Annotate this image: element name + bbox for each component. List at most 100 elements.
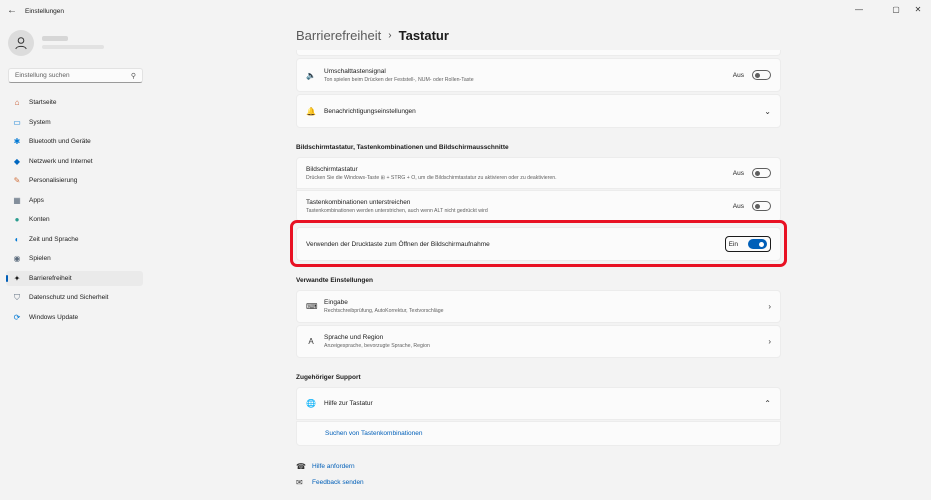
tastenkombinationen-toggle[interactable]	[752, 201, 771, 211]
chevron-right-icon[interactable]: ›	[768, 337, 771, 346]
maximize-icon[interactable]: ▢	[889, 4, 903, 16]
person-icon: ●	[14, 215, 20, 224]
accessibility-icon: ✦	[13, 273, 21, 283]
sidebar-item-personalisierung[interactable]: ✎ Personalisierung	[6, 173, 143, 188]
network-icon: ◆	[13, 156, 21, 166]
close-icon[interactable]: ✕	[911, 4, 925, 16]
sidebar-item-label: Barrierefreiheit	[29, 274, 72, 282]
toggle-state-label: Aus	[732, 169, 744, 177]
card-tastenkombinationen-unterstreichen: Tastenkombinationen unterstreichen Taste…	[296, 190, 781, 222]
breadcrumb-parent[interactable]: Barrierefreiheit	[296, 28, 381, 43]
sidebar-item-spielen[interactable]: ◉ Spielen	[6, 251, 143, 266]
sidebar-item-netzwerk[interactable]: ◆ Netzwerk und Internet	[6, 154, 143, 169]
setting-description: Rechtschreibprüfung, AutoKorrektur, Text…	[324, 308, 444, 314]
feedback-link[interactable]: Feedback senden	[312, 479, 364, 486]
sidebar-item-label: Netzwerk und Internet	[29, 157, 93, 165]
globe-clock-icon: ◐	[14, 234, 20, 244]
speaker-icon: 🔈	[306, 70, 316, 80]
toggle-state-label: Aus	[732, 202, 744, 210]
feedback-icon: ✉	[296, 478, 303, 487]
umschalttastensignal-toggle[interactable]	[752, 70, 771, 80]
link-suchen-tastenkombinationen[interactable]: Suchen von Tastenkombinationen	[325, 430, 422, 437]
chevron-down-icon[interactable]: ⌄	[764, 107, 771, 116]
sidebar-item-label: Windows Update	[29, 313, 79, 321]
sidebar-item-label: Konten	[29, 216, 50, 223]
language-icon: A	[308, 337, 314, 346]
user-icon	[15, 37, 27, 50]
sidebar-item-label: Startseite	[29, 99, 57, 106]
card-eingabe[interactable]: ⌨ Eingabe Rechtschreibprüfung, AutoKorre…	[296, 290, 781, 323]
setting-title: Bildschirmtastatur	[306, 165, 358, 173]
footer-help: ☎ Hilfe anfordern	[296, 462, 355, 471]
home-icon: ⌂	[14, 98, 20, 107]
sidebar-nav: ⌂ Startseite ▭ System ✱ Bluetooth und Gerät…	[6, 95, 143, 329]
setting-title: Eingabe	[324, 299, 348, 306]
avatar[interactable]	[8, 30, 34, 56]
title-bar: ← Einstellungen — ▢ ✕	[0, 0, 931, 22]
setting-title: Tastenkombinationen unterstreichen	[306, 198, 411, 206]
sidebar-item-label: Personalisierung	[29, 177, 78, 184]
card-sprache-region[interactable]: A Sprache und Region Anzeigesprache, bev…	[296, 325, 781, 358]
bildschirmtastatur-toggle[interactable]	[752, 168, 771, 178]
breadcrumb: Barrierefreiheit › Tastatur	[296, 28, 449, 43]
user-email-blurred	[42, 45, 104, 49]
setting-description: Ton spielen beim Drücken der Feststell-,…	[324, 76, 474, 83]
sidebar-item-windows-update[interactable]: ⟳ Windows Update	[6, 310, 143, 325]
sidebar-item-label: System	[29, 118, 51, 126]
keyboard-icon: ⌨	[306, 302, 318, 311]
card-scrolled-edge	[296, 50, 781, 56]
search-icon[interactable]: ⚲	[131, 72, 136, 80]
apps-icon: ▦	[13, 195, 21, 205]
back-arrow-icon[interactable]: ←	[6, 5, 18, 17]
search-input[interactable]	[15, 72, 131, 79]
sidebar-item-zeit-sprache[interactable]: ◐ Zeit und Sprache	[6, 232, 143, 247]
setting-title: Umschalttastensignal	[324, 67, 386, 75]
minimize-icon[interactable]: —	[852, 4, 866, 16]
section-heading-support: Zugehöriger Support	[296, 374, 361, 381]
card-hilfe-links: Suchen von Tastenkombinationen	[296, 421, 781, 446]
card-umschalttastensignal: 🔈 Umschalttastensignal Ton spielen beim …	[296, 58, 781, 92]
section-heading-verwandte: Verwandte Einstellungen	[296, 277, 373, 284]
sidebar-item-datenschutz[interactable]: ⛉ Datenschutz und Sicherheit	[6, 290, 143, 305]
section-heading-bildschirm: Bildschirmtastatur, Tastenkombinationen …	[296, 144, 509, 151]
sidebar-item-label: Apps	[29, 196, 44, 204]
bluetooth-icon: ✱	[13, 137, 21, 146]
card-benachrichtigungseinstellungen[interactable]: 🔔 Benachrichtigungseinstellungen ⌄	[296, 94, 781, 128]
sidebar-item-startseite[interactable]: ⌂ Startseite	[6, 95, 143, 110]
setting-title: Hilfe zur Tastatur	[324, 400, 373, 407]
setting-description: Tastenkombinationen werden unterstrichen…	[306, 207, 488, 214]
card-hilfe-tastatur[interactable]: 🌐 Hilfe zur Tastatur ⌃	[296, 387, 781, 420]
sidebar-item-label: Spielen	[29, 255, 51, 262]
setting-description: Drücken Sie die Windows-Taste ⊞ + STRG +…	[306, 174, 557, 181]
globe-icon: 🌐	[306, 399, 316, 408]
setting-description: Anzeigesprache, bevorzugte Sprache, Regi…	[324, 343, 430, 349]
bell-icon: 🔔	[306, 106, 316, 116]
shield-icon: ⛉	[14, 292, 20, 302]
toggle-state-label: Aus	[732, 71, 744, 79]
footer-feedback: ✉ Feedback senden	[296, 478, 364, 487]
page-title: Tastatur	[398, 28, 449, 43]
sidebar-item-bluetooth[interactable]: ✱ Bluetooth und Geräte	[6, 134, 143, 149]
sidebar-item-apps[interactable]: ▦ Apps	[6, 193, 143, 208]
user-name-blurred	[42, 36, 68, 41]
gamepad-icon: ◉	[13, 254, 21, 263]
sidebar-item-konten[interactable]: ● Konten	[6, 212, 143, 227]
help-link[interactable]: Hilfe anfordern	[312, 463, 355, 470]
breadcrumb-separator: ›	[388, 30, 392, 41]
sidebar-item-label: Bluetooth und Geräte	[29, 138, 91, 145]
chevron-right-icon[interactable]: ›	[768, 302, 771, 311]
brush-icon: ✎	[13, 176, 21, 185]
setting-title: Benachrichtigungseinstellungen	[324, 107, 416, 115]
sidebar-item-label: Datenschutz und Sicherheit	[29, 294, 109, 301]
app-title: Einstellungen	[25, 8, 65, 15]
highlight-frame	[290, 220, 787, 267]
update-icon: ⟳	[13, 312, 21, 322]
help-icon: ☎	[296, 462, 306, 471]
sidebar-item-label: Zeit und Sprache	[29, 235, 79, 243]
search-box: ⚲	[8, 68, 143, 83]
setting-title: Sprache und Region	[324, 334, 384, 341]
sidebar-item-system[interactable]: ▭ System	[6, 115, 143, 130]
card-bildschirmtastatur: Bildschirmtastatur Drücken Sie die Windo…	[296, 157, 781, 189]
chevron-up-icon[interactable]: ⌃	[764, 399, 771, 408]
sidebar-item-barrierefreiheit[interactable]: ✦ Barrierefreiheit	[6, 270, 143, 286]
